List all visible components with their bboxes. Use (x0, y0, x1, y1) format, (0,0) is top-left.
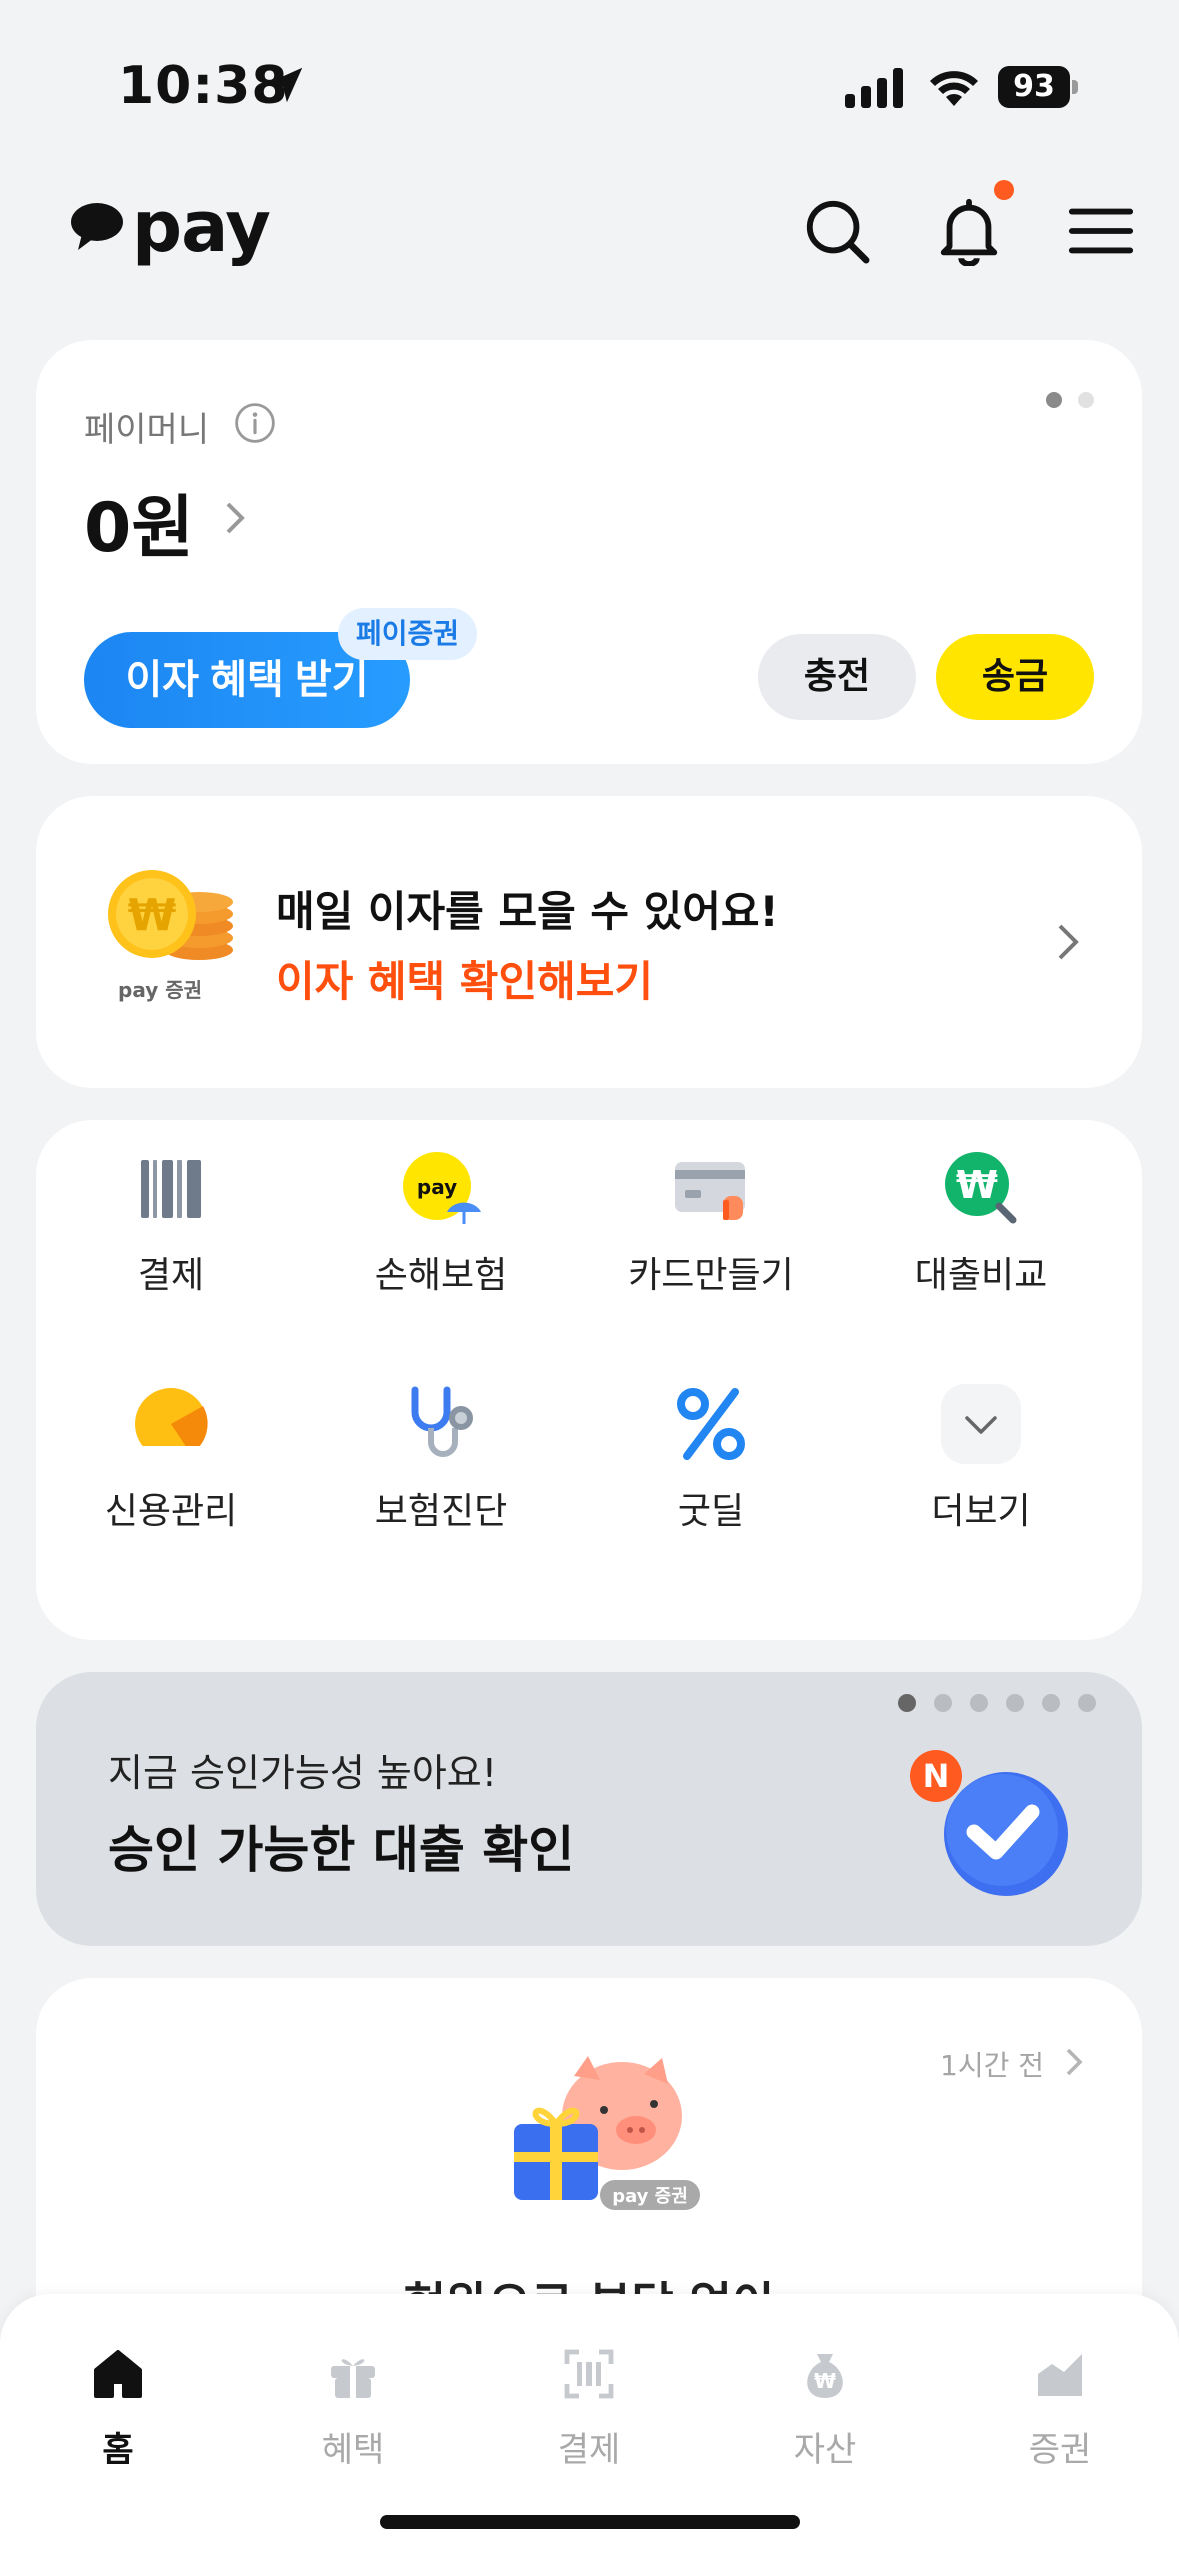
nav-tab-home[interactable]: 홈 (28, 2324, 208, 2474)
nav-tab-benefits[interactable]: 혜택 (263, 2324, 443, 2474)
pig-gift-illustration: pay 증권 (514, 2056, 700, 2210)
menu-label: 보험진단 (374, 1491, 508, 1532)
wifi-icon (930, 71, 978, 106)
nav-tab-securities[interactable]: 증권 (970, 2324, 1150, 2474)
logo-text: pay (132, 186, 271, 268)
nav-tab-payment[interactable]: 결제 (499, 2324, 679, 2474)
nav-label: 결제 (557, 2430, 621, 2470)
checkmark-badge-icon: N (910, 1750, 1068, 1896)
home-icon (94, 2350, 142, 2398)
barcode-icon (141, 1160, 201, 1218)
menu-item-insurance-diagnosis[interactable]: 보험진단 (306, 1356, 576, 1556)
page-dot (1046, 392, 1062, 408)
battery-level: 93 (998, 66, 1070, 108)
chevron-right-icon[interactable] (220, 498, 250, 538)
page-dot (1042, 1694, 1060, 1712)
card-icon (675, 1162, 745, 1220)
promo-subtitle[interactable]: 이자 혜택 확인해보기 (276, 948, 653, 1009)
nav-label: 자산 (793, 2430, 857, 2470)
status-bar: 10:38 93 (0, 0, 1179, 170)
chevron-down-icon (941, 1384, 1021, 1464)
promo-coin-caption: pay 증권 (118, 978, 202, 1002)
card-page-indicator (1046, 392, 1094, 408)
nav-tab-assets[interactable]: ₩ 자산 (735, 2324, 915, 2474)
menu-label: 결제 (137, 1255, 205, 1296)
feed-art-caption: pay 증권 (612, 2186, 688, 2207)
new-badge-text: N (923, 1757, 950, 1795)
notification-bell-icon[interactable] (934, 196, 1004, 266)
notification-dot (994, 180, 1014, 200)
menu-item-insurance[interactable]: pay 손해보험 (306, 1120, 576, 1320)
feed-time-text: 1시간 전 (940, 2049, 1044, 2082)
credit-gauge-icon (131, 1388, 211, 1464)
nav-label: 혜택 (321, 2430, 385, 2470)
stock-chart-icon (1038, 2354, 1082, 2396)
chevron-right-icon (1058, 924, 1079, 960)
pay-money-amount[interactable]: 0원 (84, 472, 194, 571)
menu-item-loan-compare[interactable]: ₩ 대출비교 (846, 1120, 1116, 1320)
speech-bubble-icon (71, 203, 123, 250)
hamburger-menu-icon[interactable] (1066, 196, 1136, 266)
svg-text:pay: pay (417, 1175, 457, 1199)
chevron-right-icon (1066, 2048, 1083, 2076)
menu-item-payment[interactable]: 결제 (36, 1120, 306, 1320)
menu-label: 대출비교 (914, 1255, 1048, 1296)
insurance-umbrella-icon: pay (403, 1152, 481, 1224)
money-bag-icon: ₩ (807, 2354, 843, 2398)
percent-icon (677, 1388, 745, 1460)
page-dot (1078, 392, 1094, 408)
battery-tip (1072, 80, 1078, 94)
cellular-signal-icon (845, 68, 903, 108)
info-icon[interactable] (234, 402, 276, 444)
search-icon[interactable] (802, 196, 872, 266)
pay-money-label: 페이머니 (84, 410, 210, 450)
battery-indicator: 93 (998, 66, 1078, 108)
menu-label: 신용관리 (104, 1491, 238, 1532)
nav-label: 홈 (102, 2430, 134, 2470)
page-dot (1078, 1694, 1096, 1712)
kakaopay-logo[interactable]: pay (70, 186, 271, 268)
feed-timestamp[interactable]: 1시간 전 (940, 2044, 1044, 2084)
barcode-scan-icon (564, 2349, 614, 2399)
page-dot (970, 1694, 988, 1712)
page-dot (898, 1694, 916, 1712)
won-search-icon: ₩ (945, 1152, 1017, 1224)
gift-icon (331, 2359, 375, 2398)
location-arrow-icon (267, 67, 303, 103)
service-menu-grid: 결제 pay 손해보험 카드만들기 ₩ 대출비교 신용관리 보험진단 굿딜 더보… (36, 1120, 1142, 1640)
securities-badge: 페이증권 (338, 608, 478, 660)
menu-label: 손해보험 (374, 1255, 508, 1296)
loan-banner[interactable]: 지금 승인가능성 높아요! 승인 가능한 대출 확인 N (36, 1672, 1142, 1946)
banner-title: 승인 가능한 대출 확인 (108, 1821, 575, 1879)
home-indicator (380, 2515, 800, 2529)
send-money-button[interactable]: 송금 (936, 634, 1094, 720)
promo-title: 매일 이자를 모을 수 있어요! (276, 887, 779, 936)
menu-item-card-creation[interactable]: 카드만들기 (576, 1120, 846, 1320)
svg-text:₩: ₩ (814, 2369, 836, 2393)
svg-text:₩: ₩ (128, 890, 177, 941)
menu-label: 굿딜 (677, 1491, 745, 1532)
pay-money-card: 페이머니 0원 이자 혜택 받기 페이증권 충전 송금 (36, 340, 1142, 764)
stethoscope-icon (411, 1386, 473, 1457)
banner-page-indicator (898, 1694, 1096, 1712)
page-dot (934, 1694, 952, 1712)
menu-item-credit-management[interactable]: 신용관리 (36, 1356, 306, 1556)
page-dot (1006, 1694, 1024, 1712)
coin-stack-icon: ₩ (108, 870, 233, 960)
menu-label: 더보기 (931, 1491, 1031, 1532)
nav-label: 증권 (1028, 2430, 1092, 2470)
banner-subtitle: 지금 승인가능성 높아요! (108, 1751, 497, 1795)
menu-item-good-deal[interactable]: 굿딜 (576, 1356, 846, 1556)
interest-promo-card[interactable]: ₩ pay 증권 매일 이자를 모을 수 있어요! 이자 혜택 확인해보기 (36, 796, 1142, 1088)
svg-text:₩: ₩ (956, 1163, 998, 1207)
charge-button[interactable]: 충전 (758, 634, 916, 720)
menu-label: 카드만들기 (628, 1255, 794, 1296)
menu-item-more[interactable]: 더보기 (846, 1356, 1116, 1556)
